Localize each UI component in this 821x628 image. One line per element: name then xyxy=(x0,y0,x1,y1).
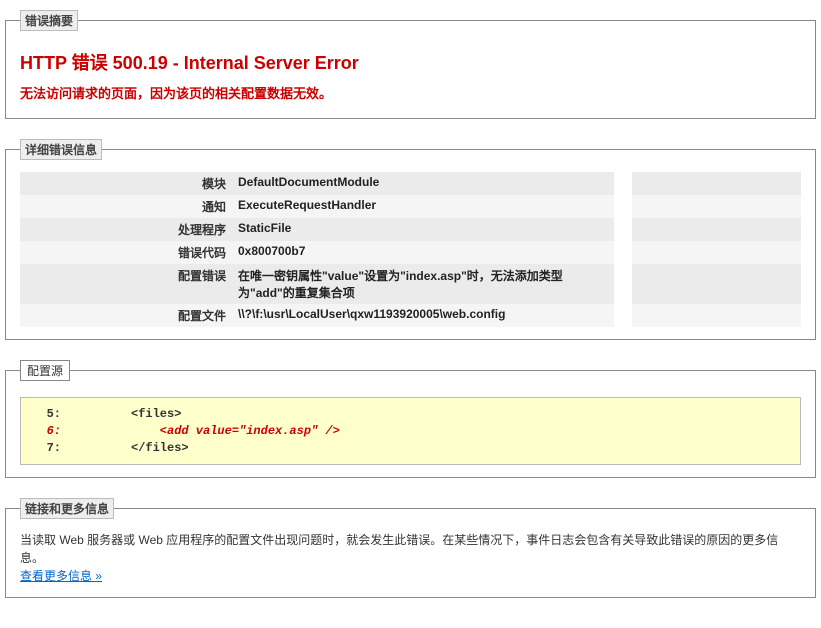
error-title: HTTP 错误 500.19 - Internal Server Error xyxy=(20,49,801,75)
config-source-code: 5:<files>6: <add value="index.asp" />7:<… xyxy=(20,397,801,465)
detail-value: 在唯一密钥属性"value"设置为"index.asp"时，无法添加类型为"ad… xyxy=(232,264,614,304)
detail-value: ExecuteRequestHandler xyxy=(232,195,614,218)
error-summary-box: 错误摘要 HTTP 错误 500.19 - Internal Server Er… xyxy=(5,10,816,119)
config-line: 5:<files> xyxy=(31,406,790,423)
table-row: 配置错误在唯一密钥属性"value"设置为"index.asp"时，无法添加类型… xyxy=(20,264,801,304)
error-details-box: 详细错误信息 模块DefaultDocumentModule 通知Execute… xyxy=(5,139,816,340)
details-table: 模块DefaultDocumentModule 通知ExecuteRequest… xyxy=(20,172,801,327)
detail-label: 配置文件 xyxy=(20,304,232,327)
error-details-legend: 详细错误信息 xyxy=(20,139,102,160)
detail-label: 通知 xyxy=(20,195,232,218)
detail-label: 处理程序 xyxy=(20,218,232,241)
table-row: 错误代码0x800700b7 xyxy=(20,241,801,264)
more-info-text: 当读取 Web 服务器或 Web 应用程序的配置文件出现问题时，就会发生此错误。… xyxy=(20,533,778,565)
table-row: 模块DefaultDocumentModule xyxy=(20,172,801,195)
config-line: 7:</files> xyxy=(31,440,790,457)
detail-label: 配置错误 xyxy=(20,264,232,304)
more-info-legend: 链接和更多信息 xyxy=(20,498,114,519)
table-row: 配置文件\\?\f:\usr\LocalUser\qxw1193920005\w… xyxy=(20,304,801,327)
config-line: 6: <add value="index.asp" /> xyxy=(31,423,790,440)
detail-value: StaticFile xyxy=(232,218,614,241)
detail-value: DefaultDocumentModule xyxy=(232,172,614,195)
detail-value: \\?\f:\usr\LocalUser\qxw1193920005\web.c… xyxy=(232,304,614,327)
detail-value: 0x800700b7 xyxy=(232,241,614,264)
detail-label: 模块 xyxy=(20,172,232,195)
more-info-link[interactable]: 查看更多信息 » xyxy=(20,569,102,583)
error-subtitle: 无法访问请求的页面，因为该页的相关配置数据无效。 xyxy=(20,83,801,102)
detail-label: 错误代码 xyxy=(20,241,232,264)
config-source-legend: 配置源 xyxy=(20,360,70,381)
table-row: 处理程序StaticFile xyxy=(20,218,801,241)
more-info-box: 链接和更多信息 当读取 Web 服务器或 Web 应用程序的配置文件出现问题时，… xyxy=(5,498,816,598)
error-summary-legend: 错误摘要 xyxy=(20,10,78,31)
config-source-box: 配置源 5:<files>6: <add value="index.asp" /… xyxy=(5,360,816,478)
table-row: 通知ExecuteRequestHandler xyxy=(20,195,801,218)
